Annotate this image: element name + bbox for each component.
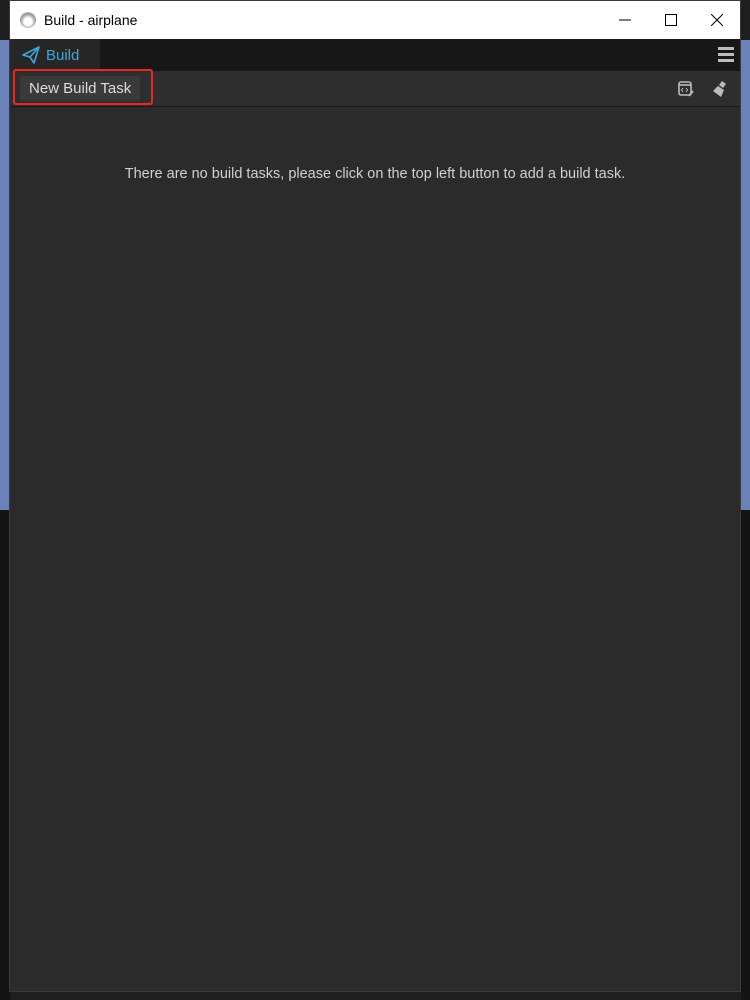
app-logo-icon xyxy=(20,12,36,28)
maximize-icon xyxy=(665,14,677,26)
tab-build[interactable]: Build xyxy=(10,39,100,71)
build-template-icon[interactable] xyxy=(677,80,695,98)
minimize-button[interactable] xyxy=(602,1,648,39)
paper-plane-icon xyxy=(22,46,40,64)
menu-icon[interactable] xyxy=(718,47,734,63)
toolbar: New Build Task xyxy=(10,69,740,107)
tab-label: Build xyxy=(46,46,80,64)
minimize-icon xyxy=(619,19,631,21)
close-button[interactable] xyxy=(694,1,740,39)
build-window: Build - airplane Build New Build Task Th… xyxy=(9,0,741,992)
close-icon xyxy=(711,14,723,26)
background-window xyxy=(741,510,750,1000)
broom-clear-icon[interactable] xyxy=(711,80,729,98)
maximize-button[interactable] xyxy=(648,1,694,39)
tab-bar: Build xyxy=(10,39,740,71)
title-bar: Build - airplane xyxy=(10,1,740,39)
highlight-box xyxy=(13,69,153,105)
background-window xyxy=(741,40,750,510)
empty-state-message: There are no build tasks, please click o… xyxy=(124,166,626,182)
window-title: Build - airplane xyxy=(44,12,138,28)
